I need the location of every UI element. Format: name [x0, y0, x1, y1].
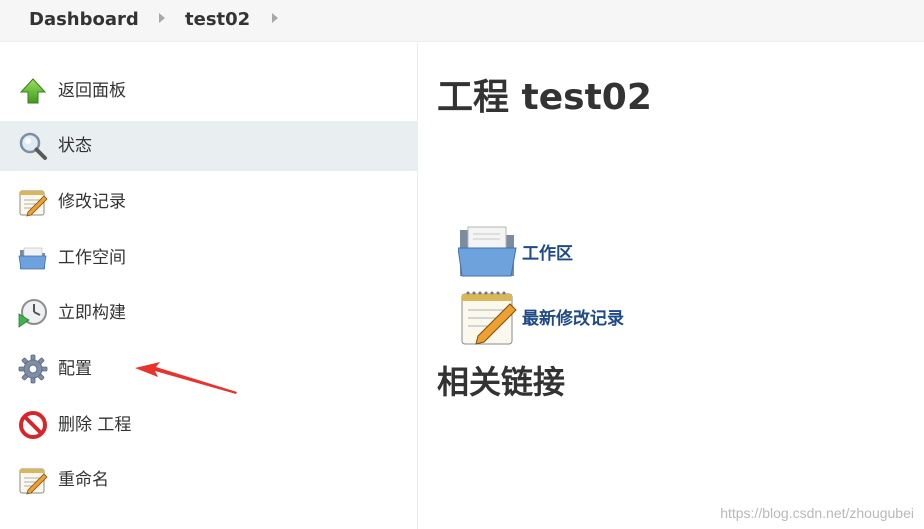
sidebar-item-label: 配置 — [58, 359, 92, 379]
up-arrow-icon — [18, 76, 48, 106]
breadcrumb-chevron-icon[interactable] — [159, 13, 165, 23]
sidebar-item-workspace[interactable]: 工作空间 — [0, 233, 417, 283]
no-entry-icon — [18, 410, 48, 440]
breadcrumb-chevron-icon[interactable] — [272, 13, 278, 23]
page-title: 工程 test02 — [437, 77, 652, 118]
sidebar-item-label: 返回面板 — [58, 81, 126, 101]
sidebar-item-configure[interactable]: 配置 — [0, 344, 417, 394]
watermark: https://blog.csdn.net/zhougubei — [720, 505, 914, 521]
recent-changes-link[interactable]: 最新修改记录 — [522, 308, 624, 330]
sidebar-item-label: 立即构建 — [58, 303, 126, 323]
recent-changes-link-row: 最新修改记录 — [458, 288, 758, 348]
folder-icon[interactable] — [457, 224, 520, 284]
sidebar-item-changes[interactable]: 修改记录 — [0, 177, 417, 227]
breadcrumb-dashboard-link[interactable]: Dashboard — [29, 9, 139, 31]
sidebar-item-label: 状态 — [58, 136, 92, 156]
sidebar: 返回面板 状态 修改记录 工作空间 立即构建 配置 删除 工程 重命名 — [0, 42, 418, 529]
sidebar-item-back-to-dashboard[interactable]: 返回面板 — [0, 66, 417, 116]
sidebar-item-status[interactable]: 状态 — [0, 121, 417, 171]
breadcrumb: Dashboard test02 — [0, 0, 924, 42]
sidebar-item-label: 修改记录 — [58, 192, 126, 212]
workspace-link[interactable]: 工作区 — [522, 243, 573, 265]
sidebar-item-label: 重命名 — [58, 470, 109, 490]
notepad-icon — [18, 465, 48, 495]
notepad-icon — [18, 187, 48, 217]
workspace-link-row: 工作区 — [457, 224, 758, 284]
gear-icon — [18, 354, 48, 384]
clock-play-icon — [18, 298, 48, 328]
sidebar-item-label: 删除 工程 — [58, 415, 132, 435]
breadcrumb-project-link[interactable]: test02 — [185, 9, 250, 31]
sidebar-item-rename[interactable]: 重命名 — [0, 455, 417, 505]
folder-icon — [18, 243, 48, 273]
sidebar-item-delete-project[interactable]: 删除 工程 — [0, 400, 417, 450]
related-links-title: 相关链接 — [437, 363, 566, 401]
sidebar-item-build-now[interactable]: 立即构建 — [0, 288, 417, 338]
notepad-icon[interactable] — [458, 288, 520, 348]
magnifier-icon — [18, 131, 48, 161]
main-panel: 工程 test02 工作区 最新修改记录 相关链接 — [418, 42, 924, 529]
sidebar-item-label: 工作空间 — [58, 248, 126, 268]
